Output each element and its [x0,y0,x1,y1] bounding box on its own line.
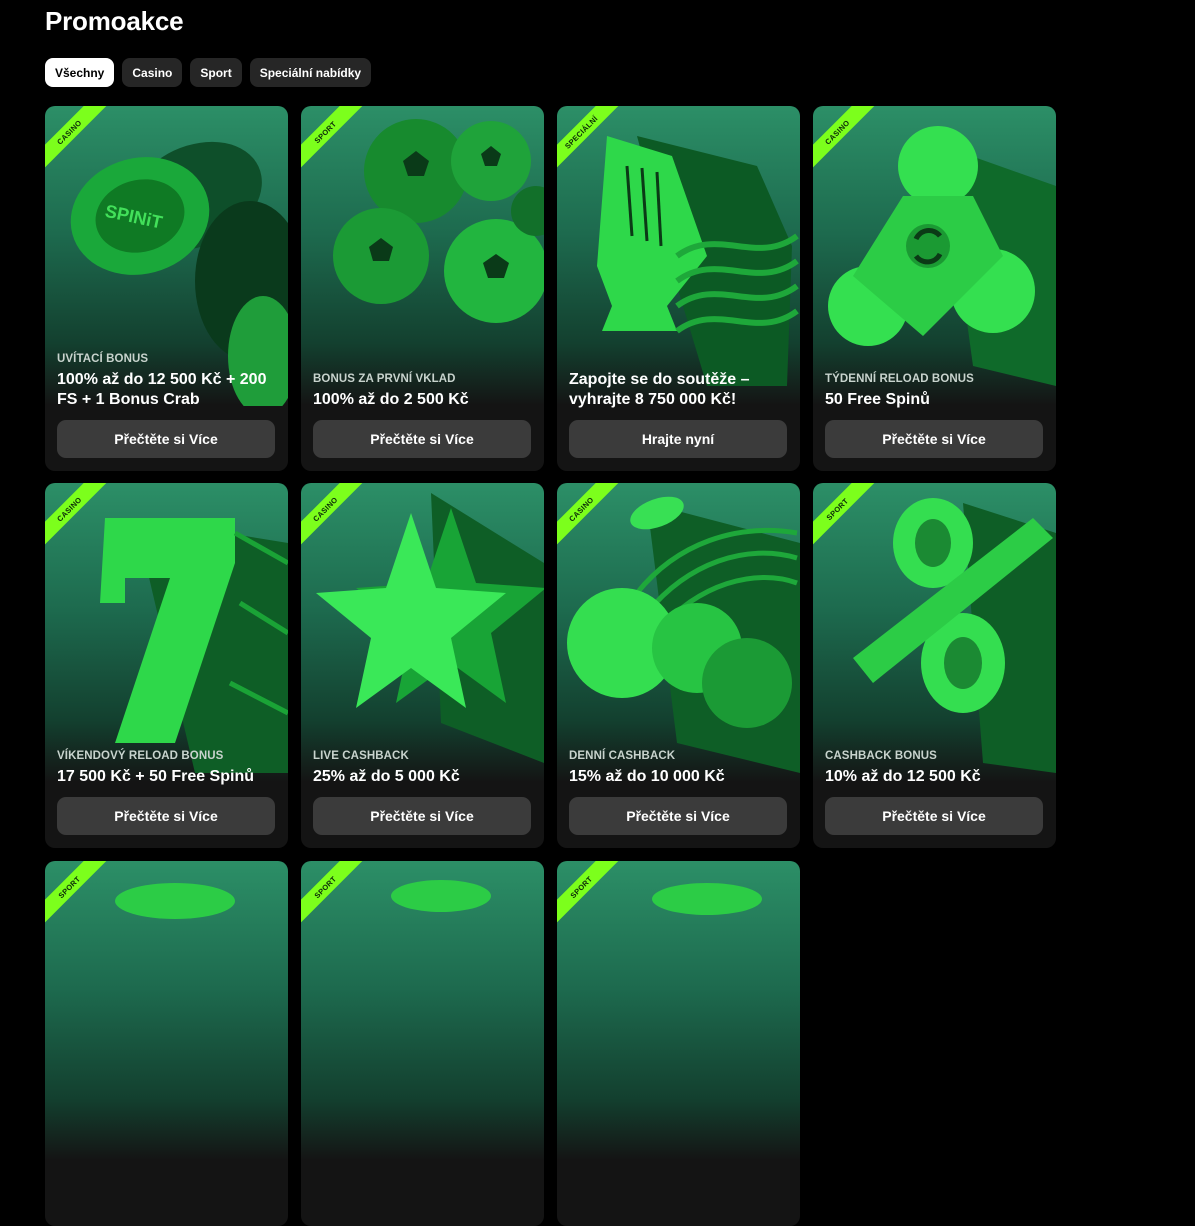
promo-card[interactable]: Casino TÝDENNÍ RELOAD BONUS 50 Free Spin… [813,106,1056,471]
card-category: VÍKENDOVÝ RELOAD BONUS [57,750,224,762]
promo-illustration [652,883,762,915]
card-title: Zapojte se do soutěže – vyhrajte 8 750 0… [569,371,750,408]
promo-card[interactable]: Speciální Zapojte se do soutěže – vyhraj… [557,106,800,471]
football-illustration [333,119,544,323]
card-title: 50 Free Spinů [825,391,930,408]
promo-illustration [115,883,235,919]
card-title: 100% až do 12 500 Kč + 200 FS + 1 Bonus … [57,371,267,408]
card-category: UVÍTACÍ BONUS [57,353,149,365]
fidget-spinner-illustration [828,126,1056,386]
play-now-button[interactable]: Hrajte nyní [569,420,787,458]
promo-card[interactable]: Casino VÍKENDOVÝ RELOAD BONUS 17 500 Kč … [45,483,288,848]
star-illustration [316,493,544,763]
cherry-illustration [567,496,800,773]
card-title: 100% až do 2 500 Kč [313,391,469,408]
read-more-button[interactable]: Přečtěte si Více [825,797,1043,835]
lucky-seven-illustration [100,518,288,773]
trophy-illustration [597,136,799,386]
card-title: 17 500 Kč + 50 Free Spinů [57,768,254,785]
promo-illustration [391,880,491,912]
card-category: CASHBACK BONUS [825,750,937,762]
card-category: TÝDENNÍ RELOAD BONUS [825,373,974,385]
read-more-button[interactable]: Přečtěte si Více [569,797,787,835]
card-category: DENNÍ CASHBACK [569,750,676,762]
filter-sport[interactable]: Sport [190,58,242,87]
read-more-button[interactable]: Přečtěte si Více [313,420,531,458]
promo-card[interactable]: Sport [45,861,288,1226]
promo-card[interactable]: Sport BONUS ZA PRVNÍ VKLAD 100% až do 2 … [301,106,544,471]
filter-all[interactable]: Všechny [45,58,115,87]
promo-card[interactable]: Casino DENNÍ CASHBACK 15% až do 10 000 K… [557,483,800,848]
card-title: 15% až do 10 000 Kč [569,768,725,785]
promo-card[interactable]: Casino LIVE CASHBACK 25% až do 5 000 Kč … [301,483,544,848]
filter-casino[interactable]: Casino [122,58,183,87]
card-category: LIVE CASHBACK [313,750,409,762]
card-category: BONUS ZA PRVNÍ VKLAD [313,373,456,385]
read-more-button[interactable]: Přečtěte si Více [825,420,1043,458]
filter-bar: Všechny Casino Sport Speciální nabídky [45,58,372,87]
promo-card[interactable]: Sport [557,861,800,1226]
promo-card[interactable]: Sport [301,861,544,1226]
page-title: Promoakce [45,6,184,36]
card-title: 25% až do 5 000 Kč [313,768,460,785]
read-more-button[interactable]: Přečtěte si Více [313,797,531,835]
promo-card[interactable]: SPINiT Casino UVÍTACÍ BONUS 100% až do 1… [45,106,288,471]
promo-card[interactable]: Sport CASHBACK BONUS 10% až do 12 500 Kč… [813,483,1056,848]
card-title: 10% až do 12 500 Kč [825,768,981,785]
percent-sign-illustration [853,498,1056,773]
read-more-button[interactable]: Přečtěte si Více [57,420,275,458]
filter-special-offers[interactable]: Speciální nabídky [249,58,372,87]
read-more-button[interactable]: Přečtěte si Více [57,797,275,835]
